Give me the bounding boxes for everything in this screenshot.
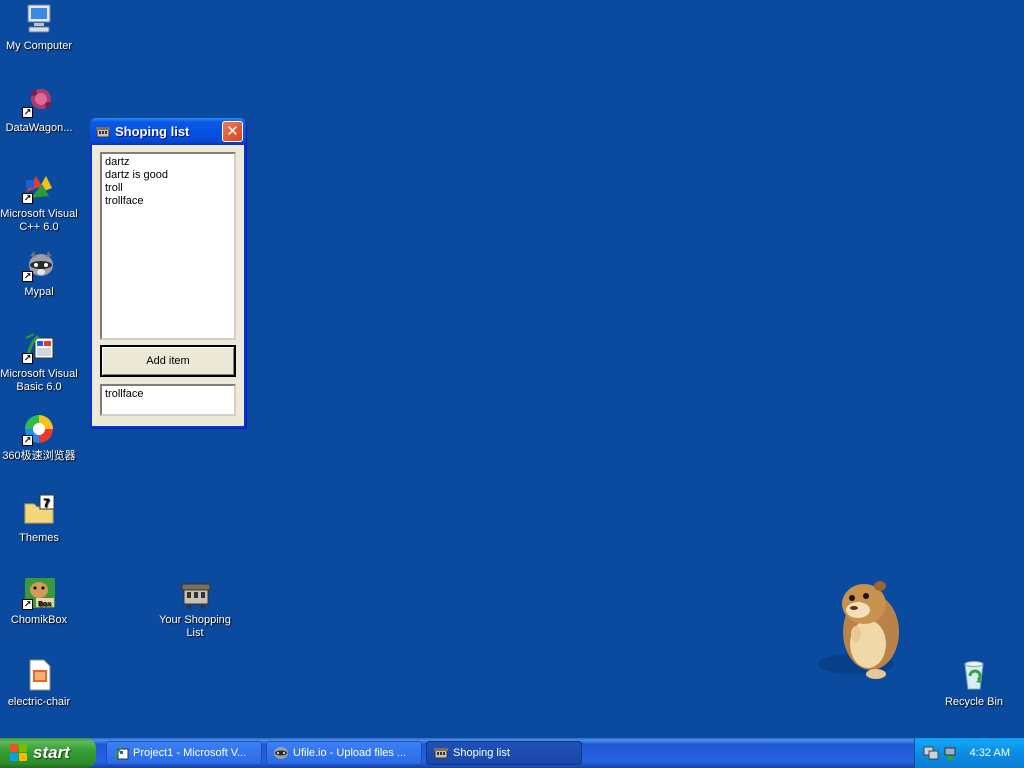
document-icon [22,658,56,692]
taskbar-button-shopping-list[interactable]: Shoping list [426,741,582,765]
clock[interactable]: 4:32 AM [970,747,1010,759]
datawagon-icon: ↗ [22,84,56,118]
computer-icon [22,2,56,36]
visual-basic-icon: ↗ [22,330,56,364]
raccoon-icon: ↗ [22,248,56,282]
visual-cpp-icon: ↗ [22,170,56,204]
taskbar-button-ufile[interactable]: Ufile.io - Upload files ... [266,741,422,765]
desktop-icon-chomikbox[interactable]: Box ↗ ChomikBox [0,576,78,627]
windows-logo-icon [10,744,28,762]
desktop: My Computer ↗ DataWagon... ↗ Microsoft V [0,0,1024,738]
desktop-icon-label: My Computer [5,40,73,52]
add-item-button[interactable]: Add item [100,345,236,377]
task-label: Ufile.io - Upload files ... [293,747,407,759]
raccoon-icon [273,745,289,761]
shopping-list-app-icon [178,576,212,610]
desktop-icon-visual-cpp[interactable]: ↗ Microsoft Visual C++ 6.0 [0,170,78,234]
hamster-box-icon: Box ↗ [22,576,56,610]
desktop-icon-visual-basic[interactable]: ↗ Microsoft Visual Basic 6.0 [0,330,78,394]
desktop-icon-label: Microsoft Visual C++ 6.0 [0,208,78,233]
desktop-icon-my-computer[interactable]: My Computer [0,2,78,53]
svg-text:7: 7 [43,496,50,510]
desktop-icon-label: 360极速浏览器 [2,450,76,462]
list-item[interactable]: troll [105,182,231,195]
system-tray: 4:32 AM [914,738,1024,768]
desktop-icon-label: DataWagon... [5,122,73,134]
desktop-icon-360-browser[interactable]: ↗ 360极速浏览器 [0,412,78,463]
list-item[interactable]: trollface [105,195,231,208]
network-icon[interactable] [923,745,939,761]
shortcut-arrow-icon: ↗ [22,353,33,364]
desktop-icon-your-shopping-list[interactable]: Your Shopping List [156,576,234,640]
item-input[interactable]: trollface [100,384,236,416]
svg-text:Box: Box [38,601,51,608]
shopping-list-app-icon [95,124,111,140]
taskbar: start Project1 - Microsoft V... Ufile.io… [0,738,1024,768]
shortcut-arrow-icon: ↗ [22,107,33,118]
shortcut-arrow-icon: ↗ [22,193,33,204]
close-icon: ✕ [226,123,239,140]
recycle-bin-icon [957,658,991,692]
browser-360-icon: ↗ [22,412,56,446]
desktop-icon-label: Recycle Bin [944,696,1004,708]
shortcut-arrow-icon: ↗ [22,435,33,446]
items-list-box[interactable]: dartz dartz is good troll trollface [100,152,236,340]
desktop-icon-mypal[interactable]: ↗ Mypal [0,248,78,299]
task-label: Project1 - Microsoft V... [133,747,247,759]
desktop-icon-label: Mypal [24,286,54,298]
list-item[interactable]: dartz is good [105,169,231,182]
desktop-icon-label: electric-chair [7,696,71,708]
hamster-desktop-pet[interactable] [816,574,908,684]
start-button[interactable]: start [0,738,96,768]
shopping-list-app-icon [433,745,449,761]
folder-icon: 7 [22,494,56,528]
desktop-icon-label: Microsoft Visual Basic 6.0 [0,368,78,393]
safely-remove-hardware-icon[interactable] [942,745,958,761]
desktop-icon-label: ChomikBox [10,614,68,626]
vb-project-icon [113,745,129,761]
list-item[interactable]: dartz [105,156,231,169]
desktop-icon-themes[interactable]: 7 Themes [0,494,78,545]
window-title: Shoping list [115,124,190,139]
shopping-list-window[interactable]: Shoping list ✕ dartz dartz is good troll… [90,118,246,428]
desktop-icon-label: Your Shopping List [159,614,231,639]
task-label: Shoping list [453,747,510,759]
start-label: start [33,743,70,762]
shortcut-arrow-icon: ↗ [22,271,33,282]
shortcut-arrow-icon: ↗ [22,599,33,610]
desktop-icon-electric-chair[interactable]: electric-chair [0,658,78,709]
window-title-bar[interactable]: Shoping list ✕ [90,118,246,145]
desktop-icon-label: Themes [19,532,59,544]
desktop-icon-recycle-bin[interactable]: Recycle Bin [935,658,1013,709]
close-button[interactable]: ✕ [222,121,243,142]
desktop-icon-datawagon[interactable]: ↗ DataWagon... [0,84,78,135]
taskbar-button-project1[interactable]: Project1 - Microsoft V... [106,741,262,765]
